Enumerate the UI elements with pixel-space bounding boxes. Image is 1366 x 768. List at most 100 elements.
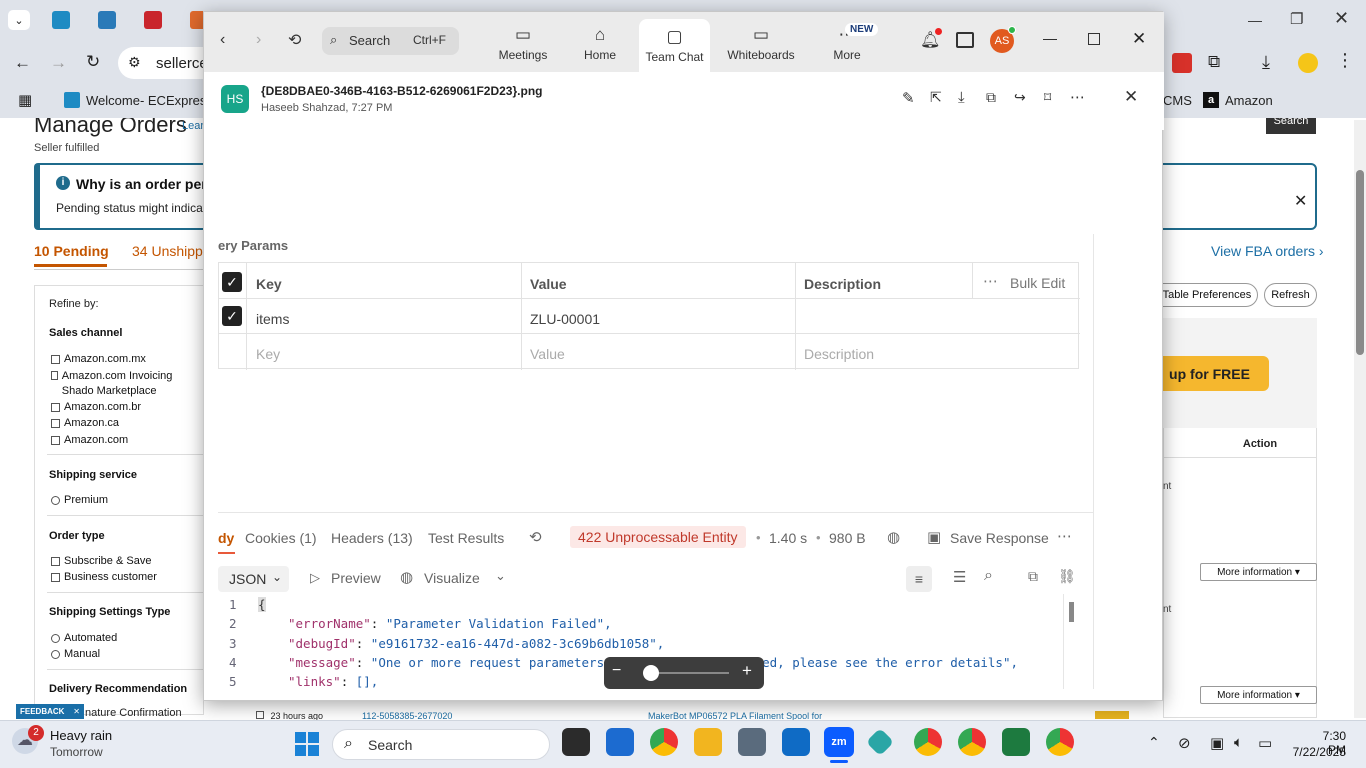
checkbox[interactable] <box>51 371 58 380</box>
volume-icon[interactable]: 🔈︎ <box>1234 734 1243 751</box>
browser-minimize-icon[interactable]: — <box>1248 12 1262 28</box>
more-information-button-1[interactable]: More information ▾ <box>1200 563 1317 581</box>
checkbox[interactable] <box>51 418 60 428</box>
forward-icon[interactable]: ↪ <box>1014 89 1026 106</box>
checkbox[interactable] <box>51 402 60 412</box>
search-button[interactable]: Search <box>1266 118 1316 134</box>
signup-free-button[interactable]: up for FREE <box>1150 356 1269 391</box>
filter-amazon-mx[interactable]: Amazon.com.mx <box>51 353 146 365</box>
file-explorer-icon[interactable] <box>694 728 722 756</box>
chrome-profile-3-icon[interactable] <box>1046 728 1074 756</box>
apps-grid-icon[interactable]: ▦ <box>18 91 32 109</box>
more-options-icon[interactable]: ⋯ <box>1070 88 1085 106</box>
excel-icon[interactable] <box>1002 728 1030 756</box>
profile-extension-icon[interactable] <box>1298 53 1318 73</box>
radio[interactable] <box>51 495 60 505</box>
checkbox[interactable] <box>51 354 60 364</box>
scrollbar-thumb[interactable] <box>1356 170 1364 355</box>
radio[interactable] <box>51 649 60 659</box>
zoom-forward-icon[interactable]: › <box>256 31 261 49</box>
filter-amazon-br[interactable]: Amazon.com.br <box>51 401 141 413</box>
network-off-icon[interactable]: ⊘ <box>1178 734 1191 752</box>
tab-favicon-red[interactable] <box>144 11 162 29</box>
filter-amazon-invoicing[interactable]: Amazon.com Invoicing Shado Marketplace <box>51 369 203 399</box>
weather-title[interactable]: Heavy rain <box>50 728 112 743</box>
download-icon[interactable]: ⤓ <box>1262 52 1270 73</box>
chevron-up-icon[interactable]: ⌃ <box>1148 734 1160 751</box>
learn-link[interactable]: Lear <box>182 120 204 132</box>
browser-close-icon[interactable]: ✕ <box>1334 8 1349 29</box>
chrome-profile-2-icon[interactable] <box>958 728 986 756</box>
task-view-icon[interactable] <box>562 728 590 756</box>
more-information-button-2[interactable]: More information ▾ <box>1200 686 1317 704</box>
filter-business-customer[interactable]: Business customer <box>51 571 157 583</box>
refresh-button[interactable]: Refresh <box>1264 283 1317 307</box>
tab-pending[interactable]: 10 Pending <box>34 243 109 259</box>
back-icon[interactable]: ← <box>14 53 31 73</box>
zoom-minimize-icon[interactable]: — <box>1043 30 1057 46</box>
site-settings-icon[interactable]: ⚙ <box>128 54 141 71</box>
zoom-slider-thumb[interactable] <box>643 665 659 681</box>
browser-menu-icon[interactable]: ⋮ <box>1336 50 1354 71</box>
close-viewer-icon[interactable]: ✕ <box>1124 87 1138 107</box>
zoom-in-icon[interactable]: + <box>742 661 752 681</box>
zoom-out-icon[interactable]: − <box>612 662 621 680</box>
nav-meetings[interactable]: ▭ Meetings <box>492 18 554 70</box>
nav-whiteboards[interactable]: ▭ Whiteboards <box>724 18 798 70</box>
zoom-app-icon[interactable]: zm <box>824 727 854 757</box>
display-icon[interactable]: ▣ <box>1210 734 1224 752</box>
tab-unshipped[interactable]: 34 Unshipp <box>132 243 203 259</box>
zoom-search[interactable]: ⌕ Search Ctrl+F <box>322 27 459 55</box>
bookmark-cms[interactable]: CMS <box>1163 93 1192 108</box>
filter-automated[interactable]: Automated <box>51 632 117 644</box>
view-fba-orders-link[interactable]: View FBA orders › <box>1211 243 1324 259</box>
filter-subscribe-save[interactable]: Subscribe & Save <box>51 555 151 567</box>
windows-start-icon[interactable] <box>295 732 319 756</box>
tab-list-button[interactable]: ⌄ <box>8 10 30 30</box>
page-scrollbar[interactable] <box>1354 120 1366 718</box>
filter-signature-confirmation[interactable]: nature Confirmation <box>85 707 182 719</box>
bookmark-amazon[interactable]: Amazon <box>1225 93 1273 108</box>
filter-premium[interactable]: Premium <box>51 494 108 506</box>
calculator-icon[interactable] <box>738 728 766 756</box>
forward-icon[interactable]: → <box>50 53 67 73</box>
chrome-icon[interactable] <box>650 728 678 756</box>
clock-date[interactable]: 7/22/2025 <box>1284 745 1346 759</box>
radio[interactable] <box>51 633 60 643</box>
filter-amazon-ca[interactable]: Amazon.ca <box>51 417 119 429</box>
filter-manual[interactable]: Manual <box>51 648 100 660</box>
checkbox[interactable] <box>51 435 60 445</box>
info-close-icon[interactable]: ✕ <box>1294 191 1307 211</box>
taskbar-search[interactable]: ⌕ Search <box>332 729 550 760</box>
checkbox[interactable] <box>256 711 264 719</box>
gift-icon[interactable] <box>956 32 974 48</box>
reload-icon[interactable]: ↻ <box>86 52 100 72</box>
filter-amazon-com[interactable]: Amazon.com <box>51 434 128 446</box>
bookmark-icon[interactable]: ⌑ <box>1044 89 1051 106</box>
extensions-icon[interactable]: ⧉ <box>1208 52 1220 72</box>
store-icon[interactable] <box>606 728 634 756</box>
checkbox[interactable] <box>51 572 60 582</box>
chrome-profile-icon[interactable] <box>914 728 942 756</box>
edit-icon[interactable]: ✎ <box>902 89 915 107</box>
nav-team-chat[interactable]: ▢ Team Chat <box>639 19 710 72</box>
outlook-icon[interactable] <box>782 728 810 756</box>
feedback-close-icon[interactable]: ✕ <box>73 707 80 716</box>
pdf-extension-icon[interactable] <box>1172 53 1192 73</box>
download-file-icon[interactable]: ⤓ <box>958 89 965 106</box>
nav-home[interactable]: ⌂ Home <box>576 18 624 70</box>
zoom-back-icon[interactable]: ‹ <box>220 31 225 49</box>
share-screen-icon[interactable]: ⧉ <box>986 89 996 106</box>
battery-icon[interactable]: ▭ <box>1258 734 1272 752</box>
browser-maximize-icon[interactable]: ❐ <box>1290 10 1303 28</box>
tab-favicon-blue[interactable] <box>98 11 116 29</box>
table-preferences-button[interactable]: t Table Preferences <box>1150 283 1258 307</box>
feedback-tab[interactable]: FEEDBACK ✕ <box>16 704 84 719</box>
bookmark-welcome[interactable]: Welcome- ECExpres... <box>86 93 217 108</box>
checkbox[interactable] <box>51 556 60 566</box>
history-icon[interactable]: ⟲ <box>288 30 301 50</box>
zoom-maximize-icon[interactable] <box>1088 33 1100 45</box>
tab-favicon-ec[interactable] <box>52 11 70 29</box>
open-external-icon[interactable]: ⇱ <box>930 89 942 106</box>
zoom-close-icon[interactable]: ✕ <box>1132 29 1146 49</box>
